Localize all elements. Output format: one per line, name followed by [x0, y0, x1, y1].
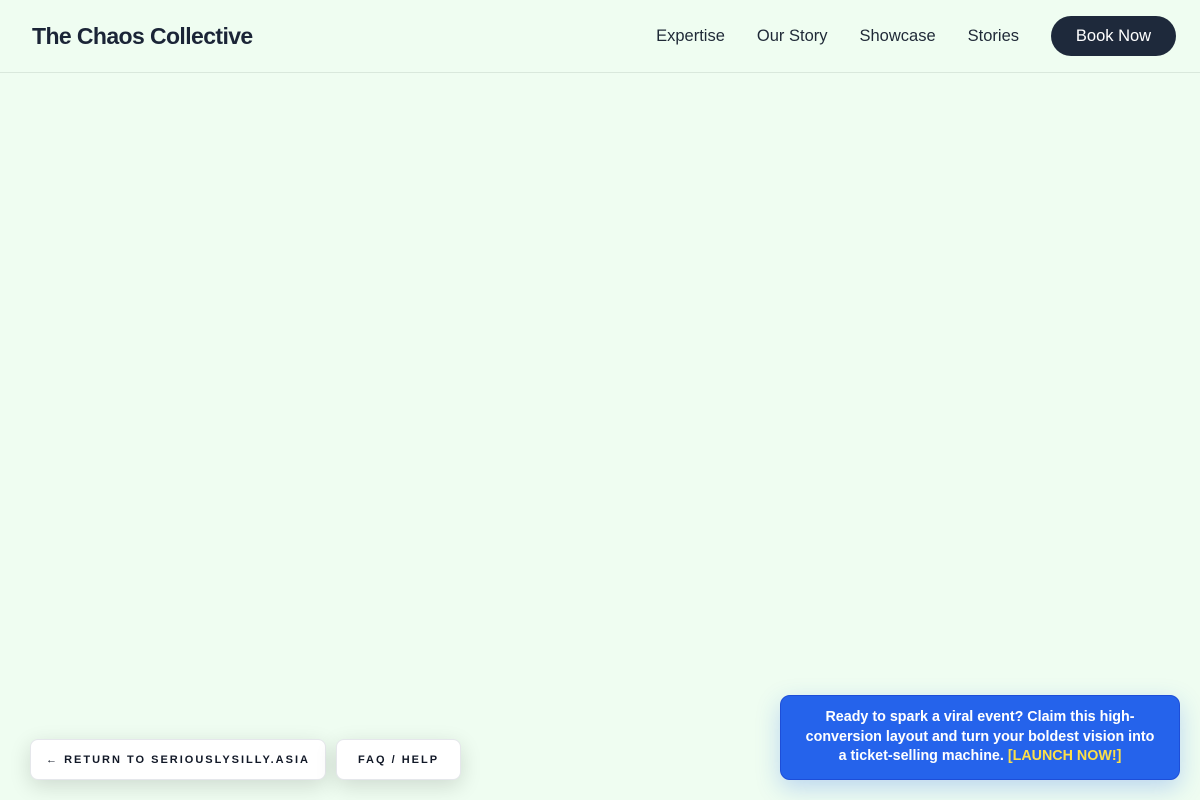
launch-now-link[interactable]: [LAUNCH NOW!] — [1008, 748, 1122, 764]
page: The Chaos Collective Expertise Our Story… — [0, 0, 1200, 800]
top-navbar: The Chaos Collective Expertise Our Story… — [0, 0, 1200, 73]
return-to-site-button[interactable]: ← RETURN TO SERIOUSLYSILLY.ASIA — [30, 739, 326, 780]
promo-banner: Ready to spark a viral event? Claim this… — [780, 695, 1180, 780]
nav-link-expertise[interactable]: Expertise — [656, 27, 725, 46]
nav-link-showcase[interactable]: Showcase — [860, 27, 936, 46]
nav-link-our-story[interactable]: Our Story — [757, 27, 828, 46]
main-nav: Expertise Our Story Showcase Stories Boo… — [656, 16, 1176, 56]
book-now-button[interactable]: Book Now — [1051, 16, 1176, 56]
faq-help-button[interactable]: FAQ / HELP — [336, 739, 461, 780]
brand-logo-text[interactable]: The Chaos Collective — [32, 23, 253, 50]
nav-link-stories[interactable]: Stories — [968, 27, 1019, 46]
